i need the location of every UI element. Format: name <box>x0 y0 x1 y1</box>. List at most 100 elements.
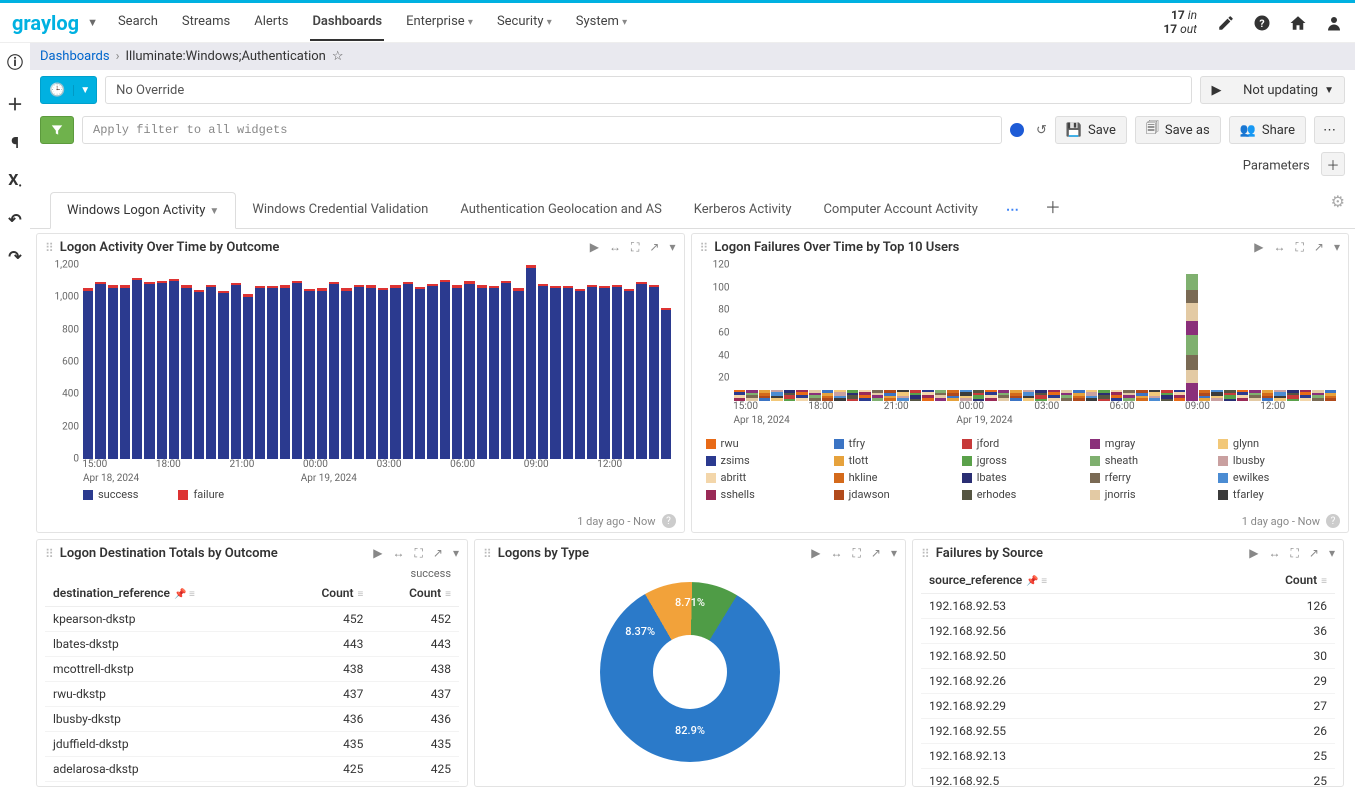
col-header[interactable]: Count≡ <box>371 580 459 607</box>
bar[interactable] <box>501 265 511 459</box>
bar[interactable] <box>169 265 179 459</box>
legend-item[interactable]: mgray <box>1090 437 1210 450</box>
table-row[interactable]: 192.168.92.5636 <box>921 619 1335 644</box>
bar[interactable] <box>280 265 290 459</box>
legend-item[interactable]: rferry <box>1090 471 1210 484</box>
table-row[interactable]: rwu-dkstp437437 <box>45 682 459 707</box>
bar[interactable] <box>872 265 884 401</box>
legend-item[interactable]: erhodes <box>962 488 1082 501</box>
legend-item[interactable]: ewilkes <box>1218 471 1338 484</box>
table-row[interactable]: adelarosa-dkstp425425 <box>45 757 459 782</box>
bar[interactable] <box>120 265 130 459</box>
legend-item[interactable]: sheath <box>1090 454 1210 467</box>
nav-link-search[interactable]: Search <box>116 4 160 41</box>
legend-item[interactable]: jford <box>962 437 1082 450</box>
table-row[interactable]: lbates-dkstp443443 <box>45 632 459 657</box>
x-sub-icon[interactable]: X• <box>8 170 21 192</box>
plus-icon[interactable]: ＋ <box>7 91 23 115</box>
bar[interactable] <box>440 265 450 459</box>
bar[interactable] <box>403 265 413 459</box>
bar[interactable] <box>734 265 746 401</box>
bar[interactable] <box>935 265 947 401</box>
bar[interactable] <box>1237 265 1249 401</box>
share-button[interactable]: 👥Share <box>1229 116 1306 144</box>
bar[interactable] <box>1224 265 1236 401</box>
bar[interactable] <box>1123 265 1135 401</box>
brand-logo[interactable]: graylog <box>12 11 79 35</box>
play-icon[interactable]: ▶ <box>1249 546 1258 561</box>
bar[interactable] <box>550 265 560 459</box>
bar[interactable] <box>636 265 646 459</box>
bar[interactable] <box>612 265 622 459</box>
tab-authentication-geolocation-and-as[interactable]: Authentication Geolocation and AS <box>444 192 677 228</box>
filter-input[interactable]: Apply filter to all widgets <box>82 116 1002 144</box>
bar[interactable] <box>1300 265 1312 401</box>
bar[interactable] <box>1287 265 1299 401</box>
bar[interactable] <box>1149 265 1161 401</box>
tab-windows-logon-activity[interactable]: Windows Logon Activity▼ <box>50 192 236 229</box>
bar[interactable] <box>526 265 536 459</box>
bar[interactable] <box>329 265 339 459</box>
help-icon[interactable]: ? <box>1253 14 1271 32</box>
brand-menu-caret[interactable]: ▼ <box>87 16 98 29</box>
drag-handle-icon[interactable]: ⠿ <box>921 547 930 561</box>
fullscreen-icon[interactable]: ⛶ <box>853 546 861 561</box>
bar[interactable] <box>922 265 934 401</box>
legend-item[interactable]: lbates <box>962 471 1082 484</box>
legend-item[interactable]: jnorris <box>1090 488 1210 501</box>
widget-caret-icon[interactable]: ▾ <box>1334 240 1340 255</box>
legend-item[interactable]: lbusby <box>1218 454 1338 467</box>
nav-link-streams[interactable]: Streams <box>180 4 232 41</box>
legend-item[interactable]: hkline <box>834 471 954 484</box>
bar[interactable] <box>304 265 314 459</box>
timerange-button[interactable]: 🕒 ▼ <box>40 76 97 104</box>
bar[interactable] <box>947 265 959 401</box>
bar[interactable] <box>1061 265 1073 401</box>
drag-handle-icon[interactable]: ⠿ <box>700 241 709 255</box>
bar[interactable] <box>1086 265 1098 401</box>
table-row[interactable]: cmcknight-dksto425425 <box>45 782 459 787</box>
move-icon[interactable]: ↔ <box>1269 546 1281 561</box>
bar[interactable] <box>784 265 796 401</box>
table-row[interactable]: kpearson-dkstp452452 <box>45 607 459 632</box>
user-icon[interactable] <box>1325 14 1343 32</box>
bar[interactable] <box>746 265 758 401</box>
tab-settings-icon[interactable]: ⚙ <box>1331 192 1345 211</box>
bar[interactable] <box>255 265 265 459</box>
bar[interactable] <box>1325 265 1337 401</box>
bar[interactable] <box>267 265 277 459</box>
legend-item[interactable]: jdawson <box>834 488 954 501</box>
nav-link-system[interactable]: System ▾ <box>574 4 629 41</box>
legend-item[interactable]: tfry <box>834 437 954 450</box>
bar[interactable] <box>538 265 548 459</box>
bar[interactable] <box>1136 265 1148 401</box>
widget-caret-icon[interactable]: ▾ <box>453 546 459 561</box>
save-as-button[interactable]: 🗐Save as <box>1135 116 1221 144</box>
help-badge-icon[interactable]: ? <box>1326 514 1340 528</box>
bar[interactable] <box>243 265 253 459</box>
play-icon[interactable]: ▶ <box>373 546 382 561</box>
bar[interactable] <box>513 265 523 459</box>
bar[interactable] <box>366 265 376 459</box>
table-row[interactable]: 192.168.92.525 <box>921 769 1335 787</box>
bar[interactable] <box>1312 265 1324 401</box>
bar[interactable] <box>1161 265 1173 401</box>
bar[interactable] <box>910 265 922 401</box>
bar[interactable] <box>771 265 783 401</box>
timerange-display[interactable]: No Override <box>105 76 1192 104</box>
nav-link-alerts[interactable]: Alerts <box>252 4 290 41</box>
table-row[interactable]: 192.168.92.1325 <box>921 744 1335 769</box>
bar[interactable] <box>822 265 834 401</box>
bar[interactable] <box>1186 265 1198 401</box>
tab-kerberos-activity[interactable]: Kerberos Activity <box>678 192 808 228</box>
move-icon[interactable]: ↔ <box>393 546 405 561</box>
drag-handle-icon[interactable]: ⠿ <box>45 241 54 255</box>
bar[interactable] <box>759 265 771 401</box>
bar[interactable] <box>649 265 659 459</box>
bar[interactable] <box>834 265 846 401</box>
bar[interactable] <box>1111 265 1123 401</box>
tab-windows-credential-validation[interactable]: Windows Credential Validation <box>236 192 444 228</box>
bar[interactable] <box>218 265 228 459</box>
drag-handle-icon[interactable]: ⠿ <box>483 547 492 561</box>
drag-handle-icon[interactable]: ⠿ <box>45 547 54 561</box>
